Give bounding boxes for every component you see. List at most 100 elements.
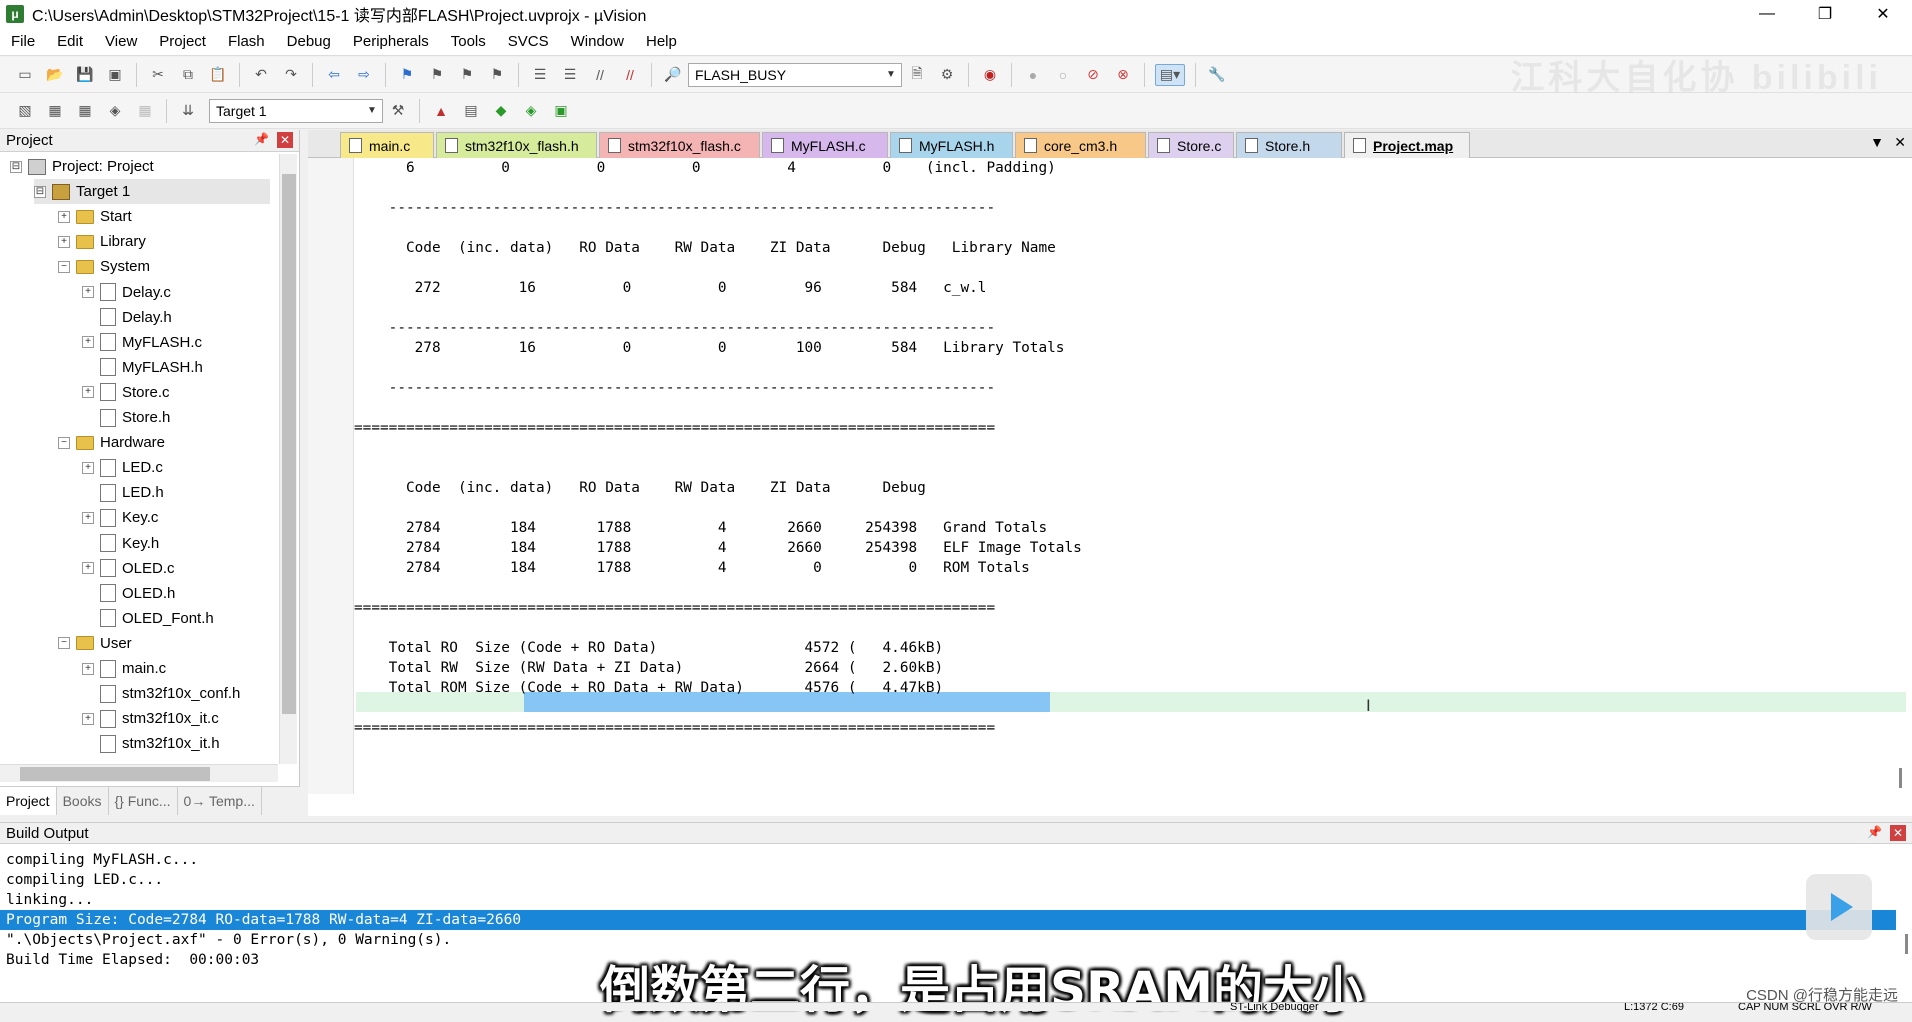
save-all-icon[interactable]: ▣: [104, 64, 126, 86]
editor-tab[interactable]: Store.c: [1148, 132, 1234, 158]
menu-svcs[interactable]: SVCS: [497, 33, 560, 50]
download-icon[interactable]: ⇊: [177, 100, 199, 122]
menu-tools[interactable]: Tools: [440, 33, 497, 50]
tree-item[interactable]: OLED.h: [82, 581, 175, 606]
tree-expander-icon[interactable]: +: [82, 336, 94, 349]
manage-rte-icon[interactable]: ◈: [520, 100, 542, 122]
menu-help[interactable]: Help: [635, 33, 688, 50]
tab-list-dropdown-icon[interactable]: ▼: [1870, 134, 1884, 150]
enable-breakpoint-icon[interactable]: ○: [1052, 64, 1074, 86]
bookmark-prev-icon[interactable]: ⚑: [426, 64, 448, 86]
menu-debug[interactable]: Debug: [276, 33, 342, 50]
editor-tab[interactable]: stm32f10x_flash.h: [436, 132, 597, 158]
menu-edit[interactable]: Edit: [46, 33, 94, 50]
editor-tab[interactable]: stm32f10x_flash.c: [599, 132, 760, 158]
pack-installer-icon[interactable]: ◆: [490, 100, 512, 122]
code-view[interactable]: 6 0 0 0 4 0 (incl. Padding) ------------…: [308, 158, 1912, 833]
tree-item[interactable]: + Library: [58, 229, 146, 254]
tree-item[interactable]: OLED_Font.h: [82, 606, 214, 631]
tree-expander-icon[interactable]: −: [58, 260, 70, 273]
tree-item[interactable]: MyFLASH.h: [82, 355, 203, 380]
menu-window[interactable]: Window: [560, 33, 635, 50]
build-icon[interactable]: ▦: [44, 100, 66, 122]
bookmark-toggle-icon[interactable]: ⚑: [396, 64, 418, 86]
tree-item[interactable]: − Hardware: [58, 430, 165, 455]
menu-file[interactable]: File: [0, 33, 46, 50]
tree-item[interactable]: ⊟ Project: Project: [10, 154, 154, 179]
tree-expander-icon[interactable]: +: [82, 662, 94, 675]
pin-icon[interactable]: 📌: [1867, 825, 1882, 839]
editor-tab[interactable]: MyFLASH.h: [890, 132, 1013, 158]
tree-expander-icon[interactable]: ⊟: [34, 185, 46, 198]
tab-templates[interactable]: 0→ Temp...: [178, 787, 262, 815]
close-tab-icon[interactable]: ✕: [1894, 134, 1906, 151]
editor-tab[interactable]: main.c: [340, 132, 434, 158]
select-packs-icon[interactable]: ▤: [460, 100, 482, 122]
indent-icon[interactable]: ☰: [529, 64, 551, 86]
tree-item[interactable]: + MyFLASH.c: [82, 330, 202, 355]
tree-vertical-scrollbar[interactable]: [279, 154, 297, 764]
pack-update-icon[interactable]: ▣: [550, 100, 572, 122]
target-combo[interactable]: Target 1 ▼: [209, 98, 383, 123]
close-icon[interactable]: ✕: [1890, 825, 1906, 841]
bookmark-clear-icon[interactable]: ⚑: [486, 64, 508, 86]
redo-icon[interactable]: ↷: [280, 64, 302, 86]
tree-expander-icon[interactable]: +: [82, 511, 94, 524]
tree-item[interactable]: ⊟ Target 1: [34, 179, 270, 205]
tree-item[interactable]: + Delay.c: [82, 280, 171, 305]
chevron-down-icon[interactable]: ▼: [364, 102, 380, 120]
tree-item[interactable]: Store.h: [82, 405, 170, 430]
manage-project-items-icon[interactable]: ▲: [430, 100, 452, 122]
target-options-icon[interactable]: ⚒: [387, 100, 409, 122]
minimize-button[interactable]: —: [1738, 0, 1796, 28]
vertical-scroll-indicator[interactable]: [1899, 768, 1902, 788]
debug-session-icon[interactable]: ◉: [979, 64, 1001, 86]
translate-icon[interactable]: ▧: [14, 100, 36, 122]
find-icon[interactable]: 🗎: [906, 64, 928, 86]
tree-expander-icon[interactable]: +: [82, 461, 94, 474]
cut-icon[interactable]: ✂: [147, 64, 169, 86]
tree-item[interactable]: Delay.h: [82, 305, 172, 330]
new-file-icon[interactable]: ▭: [14, 64, 36, 86]
tree-item[interactable]: + Key.c: [82, 505, 158, 530]
menu-project[interactable]: Project: [148, 33, 217, 50]
tab-books[interactable]: Books: [57, 787, 109, 815]
tree-expander-icon[interactable]: +: [82, 562, 94, 575]
editor-tab[interactable]: Store.h: [1236, 132, 1342, 158]
rebuild-icon[interactable]: ▦: [74, 100, 96, 122]
save-icon[interactable]: 💾: [74, 64, 96, 86]
tree-item[interactable]: stm32f10x_it.h: [82, 731, 220, 756]
menu-view[interactable]: View: [94, 33, 148, 50]
tree-item[interactable]: stm32f10x_conf.h: [82, 681, 240, 706]
tree-item[interactable]: Key.h: [82, 531, 159, 556]
tree-item[interactable]: + Start: [58, 204, 132, 229]
tab-project[interactable]: Project: [0, 787, 57, 815]
editor-tab[interactable]: Project.map: [1344, 132, 1470, 158]
tree-expander-icon[interactable]: +: [58, 235, 70, 248]
undo-icon[interactable]: ↶: [250, 64, 272, 86]
tree-item[interactable]: + Store.c: [82, 380, 170, 405]
video-play-button[interactable]: [1806, 874, 1872, 940]
configure-icon[interactable]: 🔧: [1206, 64, 1228, 86]
close-button[interactable]: ✕: [1854, 0, 1912, 28]
tree-item[interactable]: LED.h: [82, 480, 164, 505]
tree-expander-icon[interactable]: +: [82, 386, 94, 399]
stop-build-icon[interactable]: ▦: [134, 100, 156, 122]
disable-breakpoints-icon[interactable]: ⊘: [1082, 64, 1104, 86]
nav-back-icon[interactable]: ⇦: [323, 64, 345, 86]
editor-tab[interactable]: MyFLASH.c: [762, 132, 888, 158]
tree-item[interactable]: + stm32f10x_it.c: [82, 706, 219, 731]
tree-item[interactable]: − User: [58, 631, 132, 656]
tree-expander-icon[interactable]: +: [82, 286, 94, 298]
tree-expander-icon[interactable]: −: [58, 637, 70, 650]
editor-tab[interactable]: core_cm3.h: [1015, 132, 1146, 158]
uncomment-icon[interactable]: //: [619, 64, 641, 86]
window-layout-icon[interactable]: ▤▾: [1155, 63, 1185, 86]
insert-breakpoint-icon[interactable]: ●: [1022, 64, 1044, 86]
kill-breakpoints-icon[interactable]: ⊗: [1112, 64, 1134, 86]
tree-item[interactable]: + main.c: [82, 656, 166, 681]
comment-icon[interactable]: //: [589, 64, 611, 86]
tree-expander-icon[interactable]: −: [58, 436, 70, 449]
maximize-button[interactable]: ❐: [1796, 0, 1854, 28]
tree-expander-icon[interactable]: +: [82, 712, 94, 725]
